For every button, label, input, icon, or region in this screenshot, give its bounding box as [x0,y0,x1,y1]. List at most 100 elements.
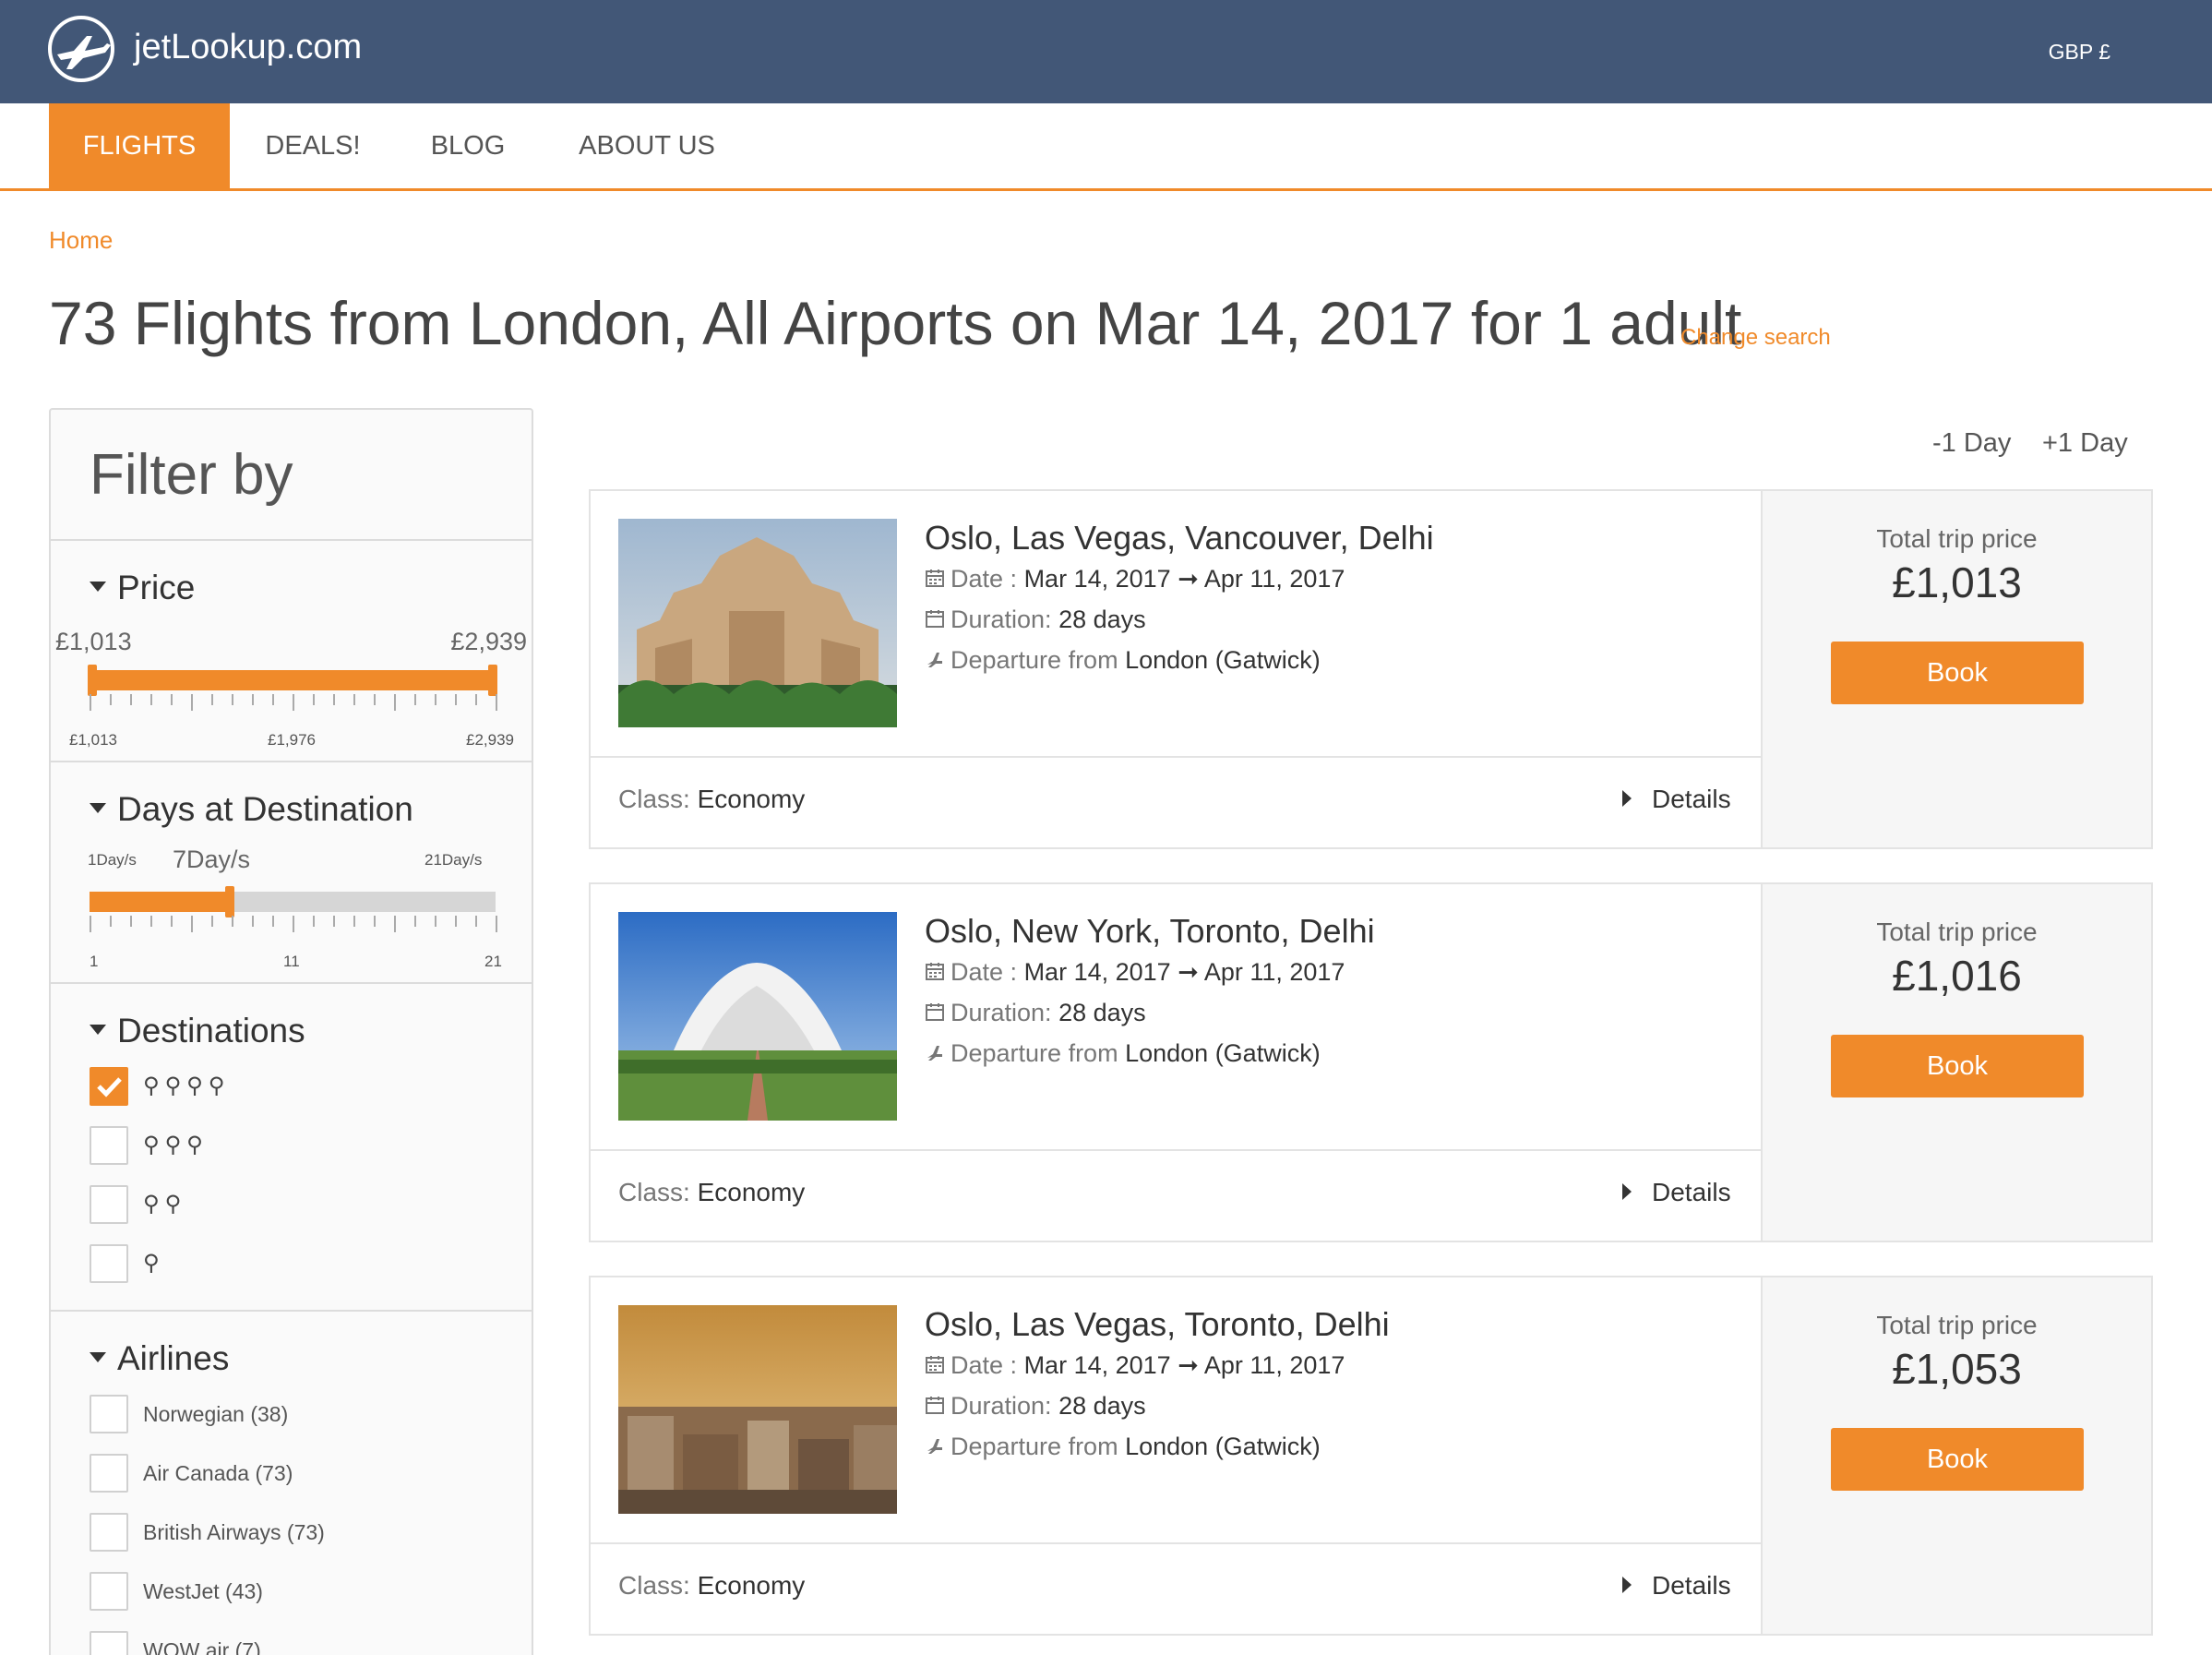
arrow-right-icon: ➞ [1178,958,1199,986]
total-price-label: Total trip price [1876,1311,2038,1339]
travel-class: Class: Economy [618,1178,806,1206]
days-slider-ticks [90,916,497,932]
filter-panel: Filter by Price £1,013 £2,939 £1,013 £1,… [49,408,533,1655]
slider-tick [353,916,355,927]
destinations-filter-title[interactable]: Destinations [90,1012,305,1050]
days-filter-title[interactable]: Days at Destination [90,790,413,829]
airline-wow-air-checkbox[interactable] [90,1631,128,1655]
next-day-button[interactable]: +1 Day [2042,428,2128,459]
slider-tick [374,694,376,705]
trip-duration: Duration: 28 days [925,999,1146,1027]
days-current-label: 7Day/s [173,845,251,873]
slider-tick [293,694,294,711]
days-slider-fill [90,892,230,912]
slider-tick [150,916,152,927]
map-pin-icon: ⚲ [143,1251,165,1276]
destination-3-checkbox[interactable] [90,1126,128,1165]
card-divider [591,1542,1761,1544]
calendar-icon [926,1355,944,1373]
plane-icon [927,652,942,667]
plane-logo-icon[interactable] [46,14,116,84]
slider-tick [90,694,91,711]
price-panel: Total trip price £1,016 Book [1761,884,2151,1241]
result-card: Oslo, New York, Toronto, Delhi Date : Ma… [589,882,2153,1242]
calendar-icon [926,1396,944,1414]
book-button[interactable]: Book [1831,642,2084,704]
destination-photo[interactable] [618,912,897,1121]
destination-photo[interactable] [618,519,897,727]
airline-norwegian-checkbox[interactable] [90,1395,128,1433]
destination-4-checkbox[interactable] [90,1067,128,1106]
details-toggle[interactable]: Details [1622,1571,1731,1601]
caret-down-icon [90,1024,106,1035]
slider-tick [293,916,294,932]
filter-title: Filter by [90,443,293,507]
currency-selector[interactable]: GBP £ [2049,40,2110,65]
route-title[interactable]: Oslo, Las Vegas, Toronto, Delhi [925,1305,1390,1344]
slider-tick [232,916,233,927]
airline-british-airways-checkbox[interactable] [90,1513,128,1552]
days-slider-handle[interactable] [225,886,234,917]
destination-photo[interactable] [618,1305,897,1514]
airline-label[interactable]: Norwegian (38) [143,1402,288,1427]
map-pin-icon: ⚲ [143,1133,165,1157]
prev-day-button[interactable]: -1 Day [1932,428,2011,459]
destination-1-checkbox[interactable] [90,1244,128,1283]
nav-about-us[interactable]: ABOUT US [563,103,731,188]
slider-tick [435,694,436,705]
slider-tick [455,916,457,927]
airline-label[interactable]: WestJet (43) [143,1579,263,1604]
airline-label[interactable]: WOW air (7) [143,1638,261,1655]
destination-2-checkbox[interactable] [90,1185,128,1224]
destination-1-pins: ⚲ [143,1250,165,1277]
calendar-icon [926,569,944,587]
route-title[interactable]: Oslo, New York, Toronto, Delhi [925,912,1375,951]
book-button[interactable]: Book [1831,1035,2084,1097]
map-pin-icon: ⚲ [143,1073,165,1098]
airline-westjet-checkbox[interactable] [90,1572,128,1611]
total-price-label: Total trip price [1876,524,2038,553]
airlines-filter-title[interactable]: Airlines [90,1339,229,1378]
slider-tick [414,916,416,927]
map-pin-icon: ⚲ [164,1192,187,1217]
breadcrumb-home[interactable]: Home [49,226,113,255]
price-panel: Total trip price £1,053 Book [1761,1277,2151,1634]
airline-label[interactable]: Air Canada (73) [143,1461,293,1486]
days-max-label: 21Day/s [424,851,483,869]
slider-tick [394,916,396,932]
price-filter-title[interactable]: Price [90,569,195,607]
book-button[interactable]: Book [1831,1428,2084,1491]
change-search-link[interactable]: Change search [1680,325,1831,351]
trip-dates: Date : Mar 14, 2017 ➞ Apr 11, 2017 [925,565,1345,594]
price-panel: Total trip price £1,013 Book [1761,491,2151,847]
slider-tick [435,916,436,927]
price-scale-mid: £1,976 [268,731,316,749]
calendar-icon [926,609,944,628]
checkmark-icon [97,1077,122,1097]
nav-blog[interactable]: BLOG [406,103,530,188]
airline-air-canada-checkbox[interactable] [90,1454,128,1493]
price-filter: Price £1,013 £2,939 £1,013 £1,976 £2,939 [51,539,532,761]
price-slider-fill [90,670,496,690]
brand-name[interactable]: jetLookup.com [134,28,362,67]
slider-tick [150,694,152,705]
total-price-value: £1,053 [1892,1345,2022,1393]
slider-tick [110,916,112,927]
caret-down-icon [90,1351,106,1362]
nav-deals[interactable]: DEALS! [242,103,384,188]
airline-label[interactable]: British Airways (73) [143,1520,325,1545]
total-price-value: £1,013 [1892,558,2022,606]
slider-tick [313,916,315,927]
trip-departure: Departure from London (Gatwick) [925,646,1321,675]
destinations-filter: Destinations ⚲⚲⚲⚲ ⚲⚲⚲ ⚲⚲ ⚲ [51,982,532,1310]
main-nav: FLIGHTS DEALS! BLOG ABOUT US [0,103,2212,191]
price-slider-max-handle[interactable] [488,665,497,696]
route-title[interactable]: Oslo, Las Vegas, Vancouver, Delhi [925,519,1434,558]
slider-tick [211,694,213,705]
price-slider-min-handle[interactable] [88,665,97,696]
arrow-right-icon: ➞ [1178,1351,1199,1379]
details-toggle[interactable]: Details [1622,1178,1731,1207]
caret-down-icon [90,802,106,813]
nav-flights[interactable]: FLIGHTS [49,103,230,188]
details-toggle[interactable]: Details [1622,785,1731,814]
